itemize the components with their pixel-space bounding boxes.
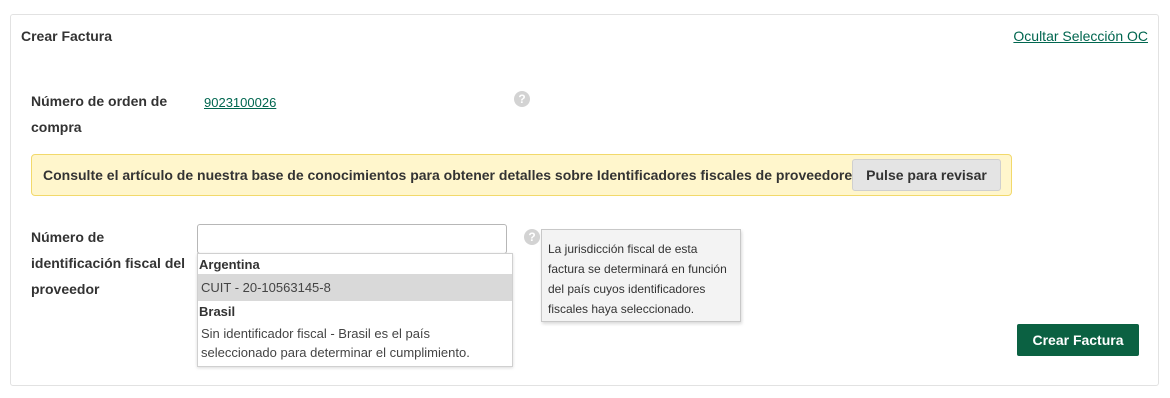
dropdown-group-argentina: Argentina (199, 257, 260, 272)
hide-po-selection-link[interactable]: Ocultar Selección OC (1013, 28, 1148, 44)
create-invoice-button[interactable]: Crear Factura (1017, 324, 1139, 356)
tax-id-dropdown: Argentina CUIT - 20-10563145-8 Brasil Si… (197, 253, 513, 367)
review-button[interactable]: Pulse para revisar (852, 159, 1001, 191)
dropdown-option-cuit[interactable]: CUIT - 20-10563145-8 (198, 274, 512, 301)
purchase-order-link[interactable]: 9023100026 (204, 95, 276, 110)
notice-text: Consulte el artículo de nuestra base de … (43, 167, 860, 183)
help-icon[interactable]: ? (514, 91, 530, 107)
tax-jurisdiction-tooltip: La jurisdicción fiscal de esta factura s… (541, 229, 741, 322)
tax-id-notice-banner: Consulte el artículo de nuestra base de … (31, 154, 1012, 196)
supplier-tax-id-label: Número de identificación fiscal del prov… (31, 229, 186, 297)
panel-title: Crear Factura (21, 28, 113, 44)
dropdown-option-no-tax-id[interactable]: Sin identificador fiscal - Brasil es el … (198, 324, 512, 362)
supplier-tax-id-input[interactable] (197, 224, 507, 254)
dropdown-group-brasil: Brasil (199, 304, 236, 319)
help-icon[interactable]: ? (524, 229, 540, 245)
create-invoice-panel: Crear Factura Ocultar Selección OC Númer… (10, 14, 1159, 386)
purchase-order-label: Número de orden de compra (31, 93, 168, 135)
